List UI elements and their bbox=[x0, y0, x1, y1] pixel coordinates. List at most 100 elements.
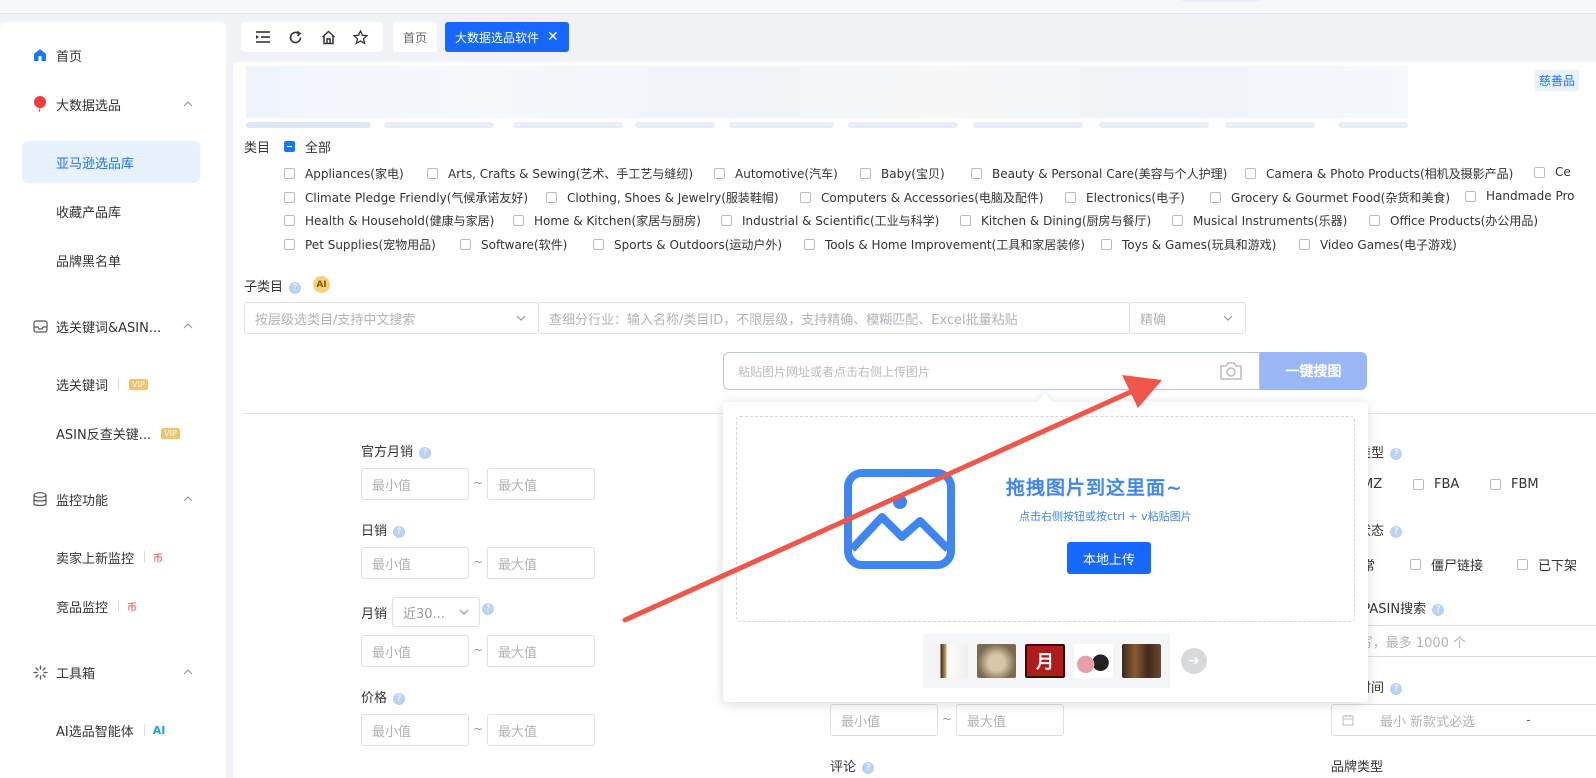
category-item[interactable]: Toys & Games(玩具和游戏) bbox=[1101, 236, 1276, 253]
checkbox[interactable] bbox=[1172, 215, 1183, 226]
category-item[interactable]: Grocery & Gourmet Food(杂货和美食) bbox=[1210, 189, 1450, 206]
sidebar-item-ai-agent[interactable]: AI选品智能体 AI bbox=[22, 709, 200, 751]
category-item[interactable]: Industrial & Scientific(工业与科学) bbox=[721, 212, 939, 229]
help-icon[interactable]: ? bbox=[393, 525, 406, 538]
menu-fold-icon[interactable] bbox=[254, 28, 272, 46]
checkbox[interactable] bbox=[593, 239, 604, 250]
precise-select[interactable]: 精确 bbox=[1129, 302, 1246, 334]
sidebar-item-amazon-lib[interactable]: 亚马逊选品库 bbox=[22, 141, 200, 183]
star-icon[interactable] bbox=[352, 28, 370, 46]
home-icon[interactable] bbox=[319, 28, 337, 46]
category-item[interactable]: Musical Instruments(乐器) bbox=[1172, 212, 1347, 229]
nav-monitor-group[interactable]: 监控功能 bbox=[0, 479, 226, 519]
category-item[interactable]: Appliances(家电) bbox=[284, 165, 404, 182]
checkbox[interactable] bbox=[1210, 192, 1221, 203]
category-item[interactable]: Kitchen & Dining(厨房与餐厅) bbox=[960, 212, 1151, 229]
checkbox[interactable] bbox=[284, 168, 295, 179]
asin-input[interactable]: -填写，最多 1000 个 bbox=[1331, 625, 1596, 657]
local-upload-button[interactable]: 本地上传 bbox=[1067, 542, 1151, 574]
daily-min[interactable]: 最小值 bbox=[361, 547, 469, 579]
category-item[interactable]: Home & Kitchen(家居与厨房) bbox=[513, 212, 701, 229]
checkbox[interactable] bbox=[971, 168, 982, 179]
category-item[interactable]: Climate Pledge Friendly(气候承诺友好) bbox=[284, 189, 528, 206]
category-item[interactable]: Video Games(电子游戏) bbox=[1299, 236, 1457, 253]
category-item[interactable]: Arts, Crafts & Sewing(艺术、手工艺与缝纫) bbox=[427, 165, 693, 182]
thumbnail[interactable] bbox=[977, 644, 1017, 678]
checkbox[interactable] bbox=[284, 192, 295, 203]
type-fbm[interactable]: FBM bbox=[1490, 477, 1539, 492]
checkbox[interactable] bbox=[460, 239, 471, 250]
sidebar-item-keyword[interactable]: 选关键词 VIP bbox=[22, 363, 200, 405]
help-icon[interactable]: ? bbox=[1432, 603, 1445, 616]
help-icon[interactable]: ? bbox=[1390, 525, 1403, 538]
checkbox[interactable] bbox=[1490, 479, 1501, 490]
nav-toolbox[interactable]: 工具箱 bbox=[0, 652, 226, 692]
thumbnail[interactable] bbox=[929, 644, 969, 678]
help-icon[interactable]: ? bbox=[393, 692, 406, 705]
thumbnail[interactable] bbox=[1121, 644, 1162, 678]
all-checkbox[interactable] bbox=[284, 141, 295, 152]
monthly-max[interactable]: 最大值 bbox=[487, 635, 595, 667]
refresh-icon[interactable] bbox=[287, 28, 305, 46]
date-range-input[interactable]: 最小 新款式必选 - bbox=[1331, 704, 1596, 736]
camera-icon[interactable] bbox=[1219, 361, 1243, 381]
category-item[interactable]: Electronics(电子) bbox=[1065, 189, 1185, 206]
checkbox[interactable] bbox=[960, 215, 971, 226]
price-max[interactable]: 最大值 bbox=[487, 714, 595, 746]
official-monthly-max[interactable]: 最大值 bbox=[487, 468, 595, 500]
checkbox[interactable] bbox=[1245, 168, 1256, 179]
category-item[interactable]: Computers & Accessories(电脑及配件) bbox=[800, 189, 1044, 206]
chevron-up-icon[interactable] bbox=[182, 666, 194, 678]
nav-keyword-group[interactable]: 选关键词&ASIN... bbox=[0, 306, 226, 346]
range-min[interactable]: 最小值 bbox=[830, 704, 938, 736]
category-item[interactable]: Beauty & Personal Care(美容与个人护理) bbox=[971, 165, 1227, 182]
help-icon[interactable]: ? bbox=[289, 281, 302, 294]
sidebar-item-asin-reverse[interactable]: ASIN反查关键... VIP bbox=[22, 412, 200, 454]
category-item[interactable]: Ce bbox=[1534, 165, 1571, 179]
help-icon[interactable]: ? bbox=[862, 761, 875, 774]
ai-badge[interactable]: AI bbox=[313, 276, 330, 293]
checkbox[interactable] bbox=[721, 215, 732, 226]
price-min[interactable]: 最小值 bbox=[361, 714, 469, 746]
thumbnail[interactable] bbox=[1073, 644, 1113, 678]
category-item[interactable]: Sports & Outdoors(运动户外) bbox=[593, 236, 782, 253]
top-pill[interactable] bbox=[1180, 0, 1262, 2]
checkbox[interactable] bbox=[860, 168, 871, 179]
category-item[interactable]: Software(软件) bbox=[460, 236, 567, 253]
chevron-up-icon[interactable] bbox=[182, 320, 194, 332]
official-monthly-min[interactable]: 最小值 bbox=[361, 468, 469, 500]
checkbox[interactable] bbox=[513, 215, 524, 226]
help-icon[interactable]: ? bbox=[1390, 447, 1403, 460]
category-item[interactable]: Office Products(办公用品) bbox=[1369, 212, 1538, 229]
chevron-up-icon[interactable] bbox=[182, 98, 194, 110]
thumbnail[interactable]: 月 bbox=[1025, 644, 1065, 678]
image-search-button[interactable]: 一键搜图 bbox=[1260, 352, 1367, 390]
help-icon[interactable]: ? bbox=[419, 446, 432, 459]
category-item[interactable]: Clothing, Shoes & Jewelry(服装鞋帽) bbox=[546, 189, 779, 206]
checkbox[interactable] bbox=[284, 215, 295, 226]
category-item[interactable]: Baby(宝贝) bbox=[860, 165, 945, 182]
image-search-input[interactable]: 粘贴图片网址或者点击右侧上传图片 bbox=[723, 352, 1260, 390]
checkbox[interactable] bbox=[1299, 239, 1310, 250]
sidebar-item-fav-lib[interactable]: 收藏产品库 bbox=[22, 190, 200, 232]
sidebar-item-blacklist[interactable]: 品牌黑名单 bbox=[22, 239, 200, 281]
checkbox[interactable] bbox=[1369, 215, 1380, 226]
checkbox[interactable] bbox=[1465, 190, 1476, 202]
subcategory-select[interactable]: 按层级选类目/支持中文搜索 bbox=[244, 302, 539, 334]
category-item[interactable]: Camera & Photo Products(相机及摄影产品) bbox=[1245, 165, 1513, 182]
close-icon[interactable]: ✕ bbox=[547, 29, 559, 45]
category-item[interactable]: Automotive(汽车) bbox=[714, 165, 838, 182]
category-item[interactable]: Handmade Pro bbox=[1465, 189, 1575, 203]
daily-max[interactable]: 最大值 bbox=[487, 547, 595, 579]
type-fba[interactable]: FBA bbox=[1413, 477, 1459, 492]
help-icon[interactable]: ? bbox=[482, 603, 494, 615]
monthly-min[interactable]: 最小值 bbox=[361, 635, 469, 667]
image-drop-zone[interactable]: 拖拽图片到这里面~ 点击右侧按钮或按ctrl + v粘贴图片 本地上传 bbox=[736, 416, 1355, 622]
sidebar-item-competitor-monitor[interactable]: 竞品监控 币 bbox=[22, 585, 200, 627]
charity-link[interactable]: 慈善品 bbox=[1535, 70, 1580, 91]
range-max[interactable]: 最大值 bbox=[956, 704, 1064, 736]
chevron-up-icon[interactable] bbox=[182, 493, 194, 505]
status-offshelf[interactable]: 已下架 bbox=[1517, 555, 1577, 574]
checkbox[interactable] bbox=[800, 192, 811, 203]
tab-bigdata-software[interactable]: 大数据选品软件 ✕ bbox=[445, 22, 569, 52]
